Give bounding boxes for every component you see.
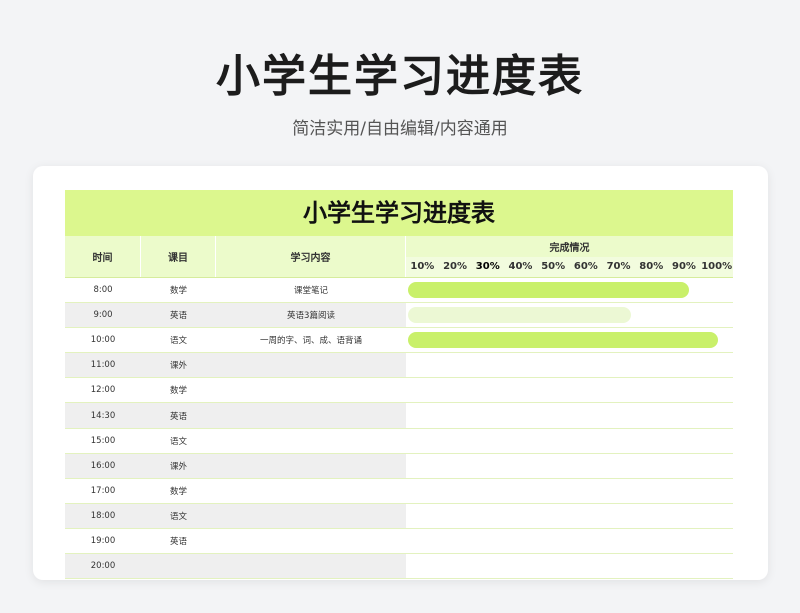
progress-bar [408, 332, 718, 349]
content-cell[interactable] [216, 353, 406, 378]
page-subtitle: 简洁实用/自由编辑/内容通用 [292, 119, 508, 139]
time-cell[interactable]: 8:00 [65, 278, 141, 302]
subject-cell[interactable]: 数学 [141, 278, 216, 302]
time-cell[interactable]: 16:00 [65, 453, 141, 478]
progress-cell[interactable] [406, 328, 733, 353]
sheet-title[interactable]: 小学生学习进度表 [65, 190, 733, 236]
content-cell[interactable] [216, 503, 406, 528]
progress-tick: 70% [606, 261, 631, 273]
content-cell[interactable]: 英语3篇阅读 [216, 303, 406, 328]
table-row: 14:30 英语 [65, 403, 733, 429]
subject-cell[interactable]: 语文 [141, 503, 216, 528]
time-cell[interactable]: 11:00 [65, 353, 141, 378]
progress-cell[interactable] [406, 528, 733, 554]
progress-tick: 20% [443, 261, 468, 273]
table-row: 16:00 课外 [65, 453, 733, 479]
content-cell[interactable]: 课堂笔记 [216, 278, 406, 302]
header-progress: 完成情况 10% 20% 30% 40% 50% 60% 70% 80% 90% 100% [406, 236, 733, 277]
content-cell[interactable]: 一周的字、词、成、语背诵 [216, 328, 406, 352]
progress-cell[interactable] [406, 478, 733, 503]
time-cell[interactable]: 9:00 [65, 303, 141, 328]
time-cell[interactable]: 14:30 [65, 403, 141, 428]
header-subject[interactable]: 课目 [141, 236, 216, 277]
content-cell[interactable] [216, 403, 406, 428]
progress-ticks: 10% 20% 30% 40% 50% 60% 70% 80% 90% 100% [406, 256, 733, 277]
content-cell[interactable] [216, 554, 406, 579]
subject-cell[interactable]: 语文 [141, 328, 216, 352]
progress-tick: 90% [672, 261, 696, 273]
table-row: 9:00 英语 英语3篇阅读 [65, 303, 733, 329]
subject-cell[interactable] [141, 554, 216, 579]
content-cell[interactable] [216, 453, 406, 478]
progress-cell[interactable] [406, 378, 733, 403]
progress-tick: 80% [639, 261, 664, 273]
table-row: 12:00 数学 [65, 378, 733, 404]
progress-cell[interactable] [406, 428, 733, 453]
time-cell[interactable]: 15:00 [65, 429, 141, 453]
time-cell[interactable]: 20:00 [65, 554, 141, 579]
table-row: 17:00 数学 [65, 478, 733, 504]
subject-cell[interactable]: 语文 [141, 429, 216, 453]
progress-tick: 50% [541, 261, 566, 273]
subject-cell[interactable]: 课外 [141, 353, 216, 378]
subject-cell[interactable]: 数学 [141, 479, 216, 503]
subject-cell[interactable]: 数学 [141, 378, 216, 402]
content-cell[interactable] [216, 529, 406, 553]
progress-tick: 100% [701, 261, 733, 273]
header-time[interactable]: 时间 [65, 236, 141, 277]
table-body: 8:00 数学 课堂笔记 9:00 英语 英语3篇阅读 10:00 语文 一周的字、词、成、语背… [65, 278, 733, 580]
subject-cell[interactable]: 英语 [141, 403, 216, 428]
table-row: 19:00 英语 [65, 528, 733, 555]
table-row: 20:00 [65, 554, 733, 580]
subject-cell[interactable]: 课外 [141, 453, 216, 478]
progress-tick: 60% [573, 261, 598, 273]
progress-tick: 10% [410, 261, 435, 273]
progress-tick: 30% [475, 261, 500, 273]
content-cell[interactable] [216, 479, 406, 503]
subject-cell[interactable]: 英语 [141, 529, 216, 553]
header-progress-label[interactable]: 完成情况 [406, 236, 733, 257]
time-cell[interactable]: 10:00 [65, 328, 141, 352]
progress-table: 小学生学习进度表 时间 课目 学习内容 完成情况 10% 20% 30% 40% 50%… [65, 190, 733, 580]
page-title: 小学生学习进度表 [216, 51, 584, 102]
time-cell[interactable]: 19:00 [65, 529, 141, 553]
spreadsheet-card: 小学生学习进度表 时间 课目 学习内容 完成情况 10% 20% 30% 40% 50%… [33, 166, 768, 580]
subject-cell[interactable]: 英语 [141, 303, 216, 328]
progress-bar [408, 282, 689, 298]
progress-cell[interactable] [406, 554, 733, 579]
time-cell[interactable]: 18:00 [65, 503, 141, 528]
progress-cell[interactable] [406, 503, 733, 528]
progress-cell[interactable] [406, 453, 733, 478]
time-cell[interactable]: 12:00 [65, 378, 141, 402]
progress-bar [408, 307, 631, 324]
table-row: 18:00 语文 [65, 503, 733, 529]
progress-tick: 40% [508, 261, 533, 273]
progress-cell[interactable] [406, 353, 733, 378]
table-header-row: 时间 课目 学习内容 完成情况 10% 20% 30% 40% 50% 60% 70% 80%… [65, 236, 733, 278]
table-row: 8:00 数学 课堂笔记 [65, 278, 733, 304]
table-row: 11:00 课外 [65, 353, 733, 379]
header-content[interactable]: 学习内容 [216, 236, 406, 277]
content-cell[interactable] [216, 429, 406, 453]
table-row: 10:00 语文 一周的字、词、成、语背诵 [65, 328, 733, 354]
progress-cell[interactable] [406, 303, 733, 328]
time-cell[interactable]: 17:00 [65, 479, 141, 503]
progress-cell[interactable] [406, 403, 733, 428]
content-cell[interactable] [216, 378, 406, 402]
progress-cell[interactable] [406, 278, 733, 303]
table-row: 15:00 语文 [65, 428, 733, 454]
